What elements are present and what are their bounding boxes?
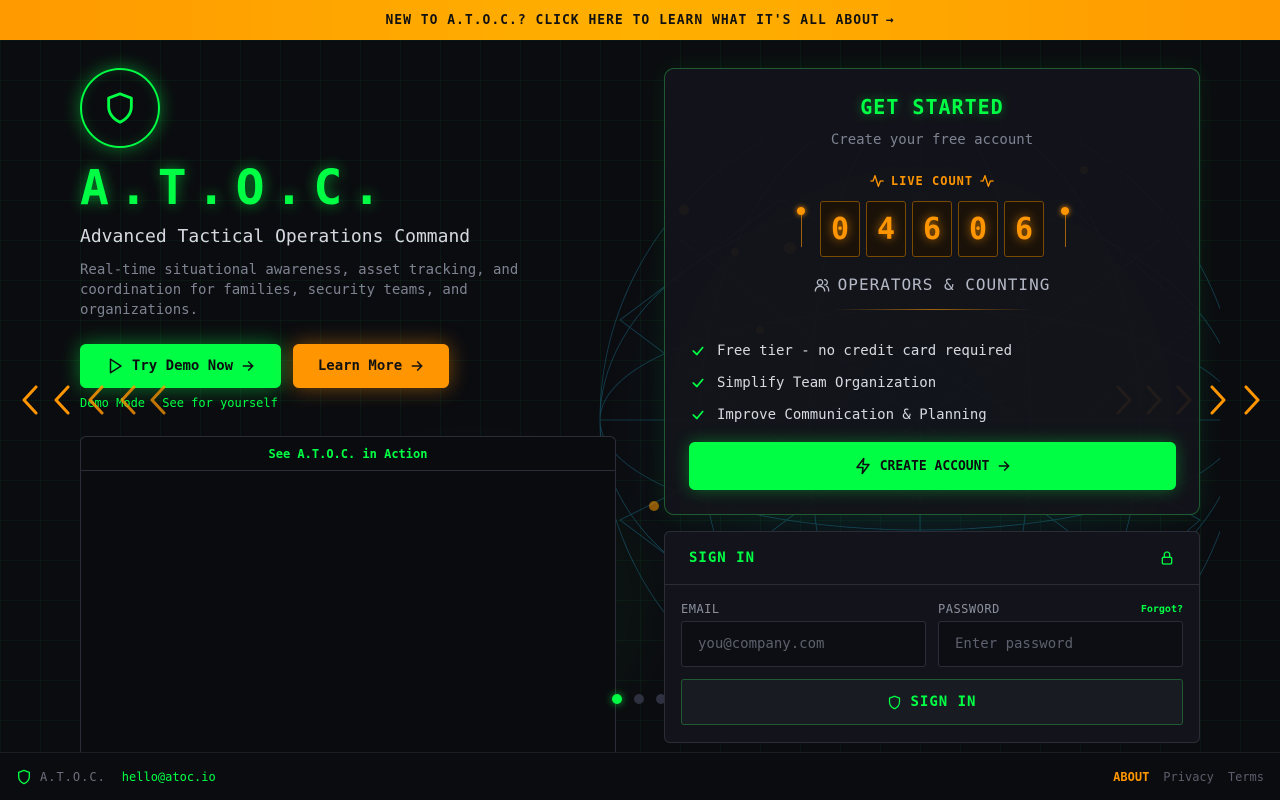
- password-label: PASSWORD: [938, 602, 1000, 616]
- create-account-button[interactable]: CREATE ACCOUNT: [689, 442, 1176, 490]
- sign-in-label: SIGN IN: [910, 694, 977, 710]
- create-account-label: CREATE ACCOUNT: [879, 458, 990, 474]
- arrow-right-icon: →: [885, 12, 895, 28]
- hero-description: Real-time situational awareness, asset t…: [80, 262, 519, 318]
- footer-link-privacy[interactable]: Privacy: [1163, 770, 1214, 784]
- chevron-left-icon: [22, 385, 166, 415]
- video-title: See A.T.O.C. in Action: [81, 437, 615, 471]
- footer-link-terms[interactable]: Terms: [1228, 770, 1264, 784]
- get-started-card: GET STARTED Create your free account LIV…: [664, 68, 1200, 515]
- check-icon: [692, 410, 704, 420]
- users-icon: [814, 278, 830, 292]
- counter-digit: 6: [912, 201, 952, 257]
- counter-digit: 0: [820, 201, 860, 257]
- sign-in-panel: SIGN IN EMAIL PASSWORD Forgot? SIGN IN: [664, 531, 1200, 743]
- lock-icon: [1161, 551, 1173, 565]
- shield-icon: [889, 695, 901, 709]
- feature-list: Free tier - no credit card required Simp…: [691, 335, 1012, 431]
- live-count-text: LIVE COUNT: [890, 174, 974, 188]
- feature-text: Improve Communication & Planning: [717, 407, 987, 423]
- carousel-prev[interactable]: [14, 382, 174, 418]
- video-panel[interactable]: See A.T.O.C. in Action: [80, 436, 616, 756]
- feature-text: Free tier - no credit card required: [717, 343, 1013, 359]
- check-icon: [692, 346, 704, 356]
- pulse-icon: [980, 175, 994, 187]
- carousel-dot[interactable]: [634, 694, 644, 704]
- lightning-icon: [855, 457, 870, 475]
- list-item: Simplify Team Organization: [691, 367, 1012, 399]
- email-label: EMAIL: [681, 602, 720, 616]
- logo: [80, 68, 160, 148]
- divider: [833, 309, 1033, 310]
- live-counter: 0 4 6 0 6: [820, 201, 1044, 257]
- play-icon: [109, 358, 122, 374]
- forgot-password-link[interactable]: Forgot?: [1141, 604, 1183, 615]
- footer-email-link[interactable]: hello@atoc.io: [122, 770, 216, 784]
- shield-icon: [18, 769, 30, 784]
- banner-text: NEW TO A.T.O.C.? CLICK HERE TO LEARN WHA…: [385, 12, 880, 28]
- list-item: Improve Communication & Planning: [691, 399, 1012, 431]
- pulse-icon: [870, 175, 884, 187]
- announcement-banner[interactable]: NEW TO A.T.O.C.? CLICK HERE TO LEARN WHA…: [0, 0, 1280, 40]
- hero-tagline: Advanced Tactical Operations Command: [80, 226, 471, 247]
- learn-more-button[interactable]: Learn More: [293, 344, 449, 388]
- get-started-title: GET STARTED: [860, 95, 1004, 119]
- counter-digit: 6: [1004, 201, 1044, 257]
- footer-links: ABOUT Privacy Terms: [1113, 770, 1264, 784]
- check-icon: [692, 378, 704, 388]
- footer-brand: A.T.O.C.: [40, 769, 106, 784]
- try-demo-label: Try Demo Now: [131, 358, 234, 374]
- feature-text: Simplify Team Organization: [717, 375, 937, 391]
- carousel-dots: [612, 694, 666, 704]
- sign-in-header: SIGN IN: [665, 532, 1199, 585]
- footer: A.T.O.C. hello@atoc.io ABOUT Privacy Ter…: [0, 752, 1280, 800]
- learn-more-label: Learn More: [317, 358, 403, 374]
- counter-pin: [1061, 207, 1069, 249]
- password-field[interactable]: [938, 621, 1183, 667]
- live-count-label: LIVE COUNT: [665, 173, 1199, 189]
- arrow-right-icon: [242, 361, 254, 371]
- get-started-subtitle: Create your free account: [830, 132, 1034, 148]
- shield-icon: [107, 92, 133, 124]
- footer-left: A.T.O.C. hello@atoc.io: [16, 769, 216, 785]
- email-field[interactable]: [681, 621, 926, 667]
- arrow-right-icon: [998, 461, 1010, 471]
- sign-in-title: SIGN IN: [689, 550, 756, 566]
- operators-label: OPERATORS & COUNTING: [665, 275, 1199, 294]
- operators-text: OPERATORS & COUNTING: [837, 275, 1051, 294]
- counter-pin: [797, 207, 805, 249]
- footer-link-about[interactable]: ABOUT: [1113, 770, 1149, 784]
- sign-in-button[interactable]: SIGN IN: [681, 679, 1183, 725]
- counter-digit: 4: [866, 201, 906, 257]
- list-item: Free tier - no credit card required: [691, 335, 1012, 367]
- counter-digit: 0: [958, 201, 998, 257]
- carousel-dot[interactable]: [612, 694, 622, 704]
- brand-title: A.T.O.C.: [80, 160, 392, 216]
- see-yourself-label: See for yourself: [162, 396, 278, 410]
- arrow-right-icon: [411, 361, 423, 371]
